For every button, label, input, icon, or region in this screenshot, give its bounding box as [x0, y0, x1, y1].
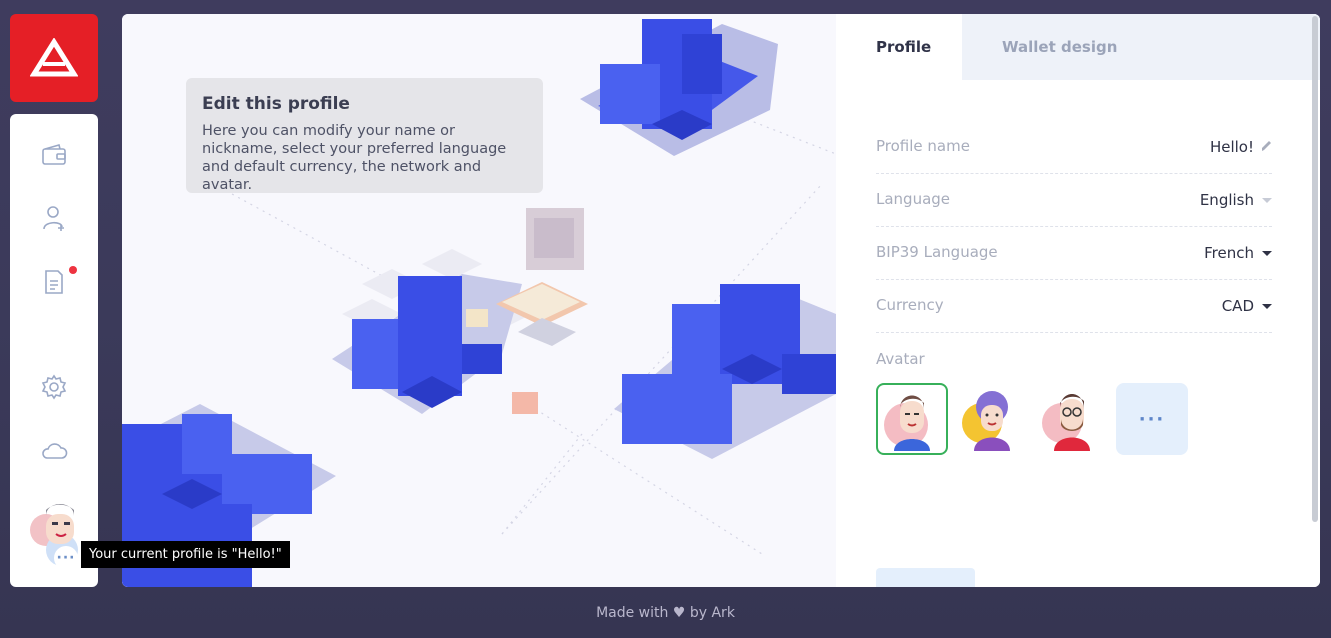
avatar-option-3[interactable]	[1036, 383, 1108, 455]
chevron-down-icon	[1262, 198, 1272, 203]
edit-profile-info-box: Edit this profile Here you can modify yo…	[186, 78, 543, 193]
profile-switch-button[interactable]: ···	[54, 546, 78, 570]
ark-logo[interactable]	[10, 14, 98, 102]
chevron-down-icon	[1262, 304, 1272, 309]
language-row[interactable]: Language English	[876, 174, 1272, 227]
save-button[interactable]	[876, 568, 975, 587]
language-label: Language	[876, 190, 951, 208]
avatar-label: Avatar	[876, 350, 925, 368]
wallet-icon	[42, 144, 66, 165]
settings-icon	[41, 374, 67, 400]
profile-tooltip: Your current profile is "Hello!"	[81, 541, 290, 568]
language-select[interactable]: English	[1200, 191, 1254, 209]
profile-name-value[interactable]: Hello!	[1210, 138, 1254, 156]
announcements-icon	[45, 270, 63, 294]
info-text: Here you can modify your name or nicknam…	[202, 123, 507, 193]
profile-name-row[interactable]: Profile name Hello!	[876, 121, 1272, 174]
profile-settings-panel: Profile Wallet design Profile name Hello…	[836, 14, 1320, 587]
currency-row[interactable]: Currency CAD	[876, 280, 1272, 333]
tab-profile[interactable]: Profile	[836, 14, 962, 80]
sidebar-item-network[interactable]	[40, 437, 68, 465]
sidebar-item-contacts[interactable]	[40, 204, 68, 232]
avatar-option-2[interactable]	[956, 383, 1028, 455]
heart-icon: ♥	[672, 605, 686, 621]
bip39-language-row[interactable]: BIP39 Language French	[876, 227, 1272, 280]
notification-dot	[69, 266, 77, 274]
chevron-down-icon	[1262, 251, 1272, 256]
currency-select[interactable]: CAD	[1222, 297, 1254, 315]
profile-illustration: Edit this profile Here you can modify yo…	[122, 14, 837, 587]
currency-label: Currency	[876, 296, 944, 314]
footer-prefix: Made with	[596, 605, 669, 621]
avatar-option-1[interactable]	[876, 383, 948, 455]
profile-name-label: Profile name	[876, 137, 970, 155]
sidebar-item-settings[interactable]	[40, 373, 68, 401]
bip39-language-select[interactable]: French	[1204, 244, 1254, 262]
bip39-language-label: BIP39 Language	[876, 243, 998, 261]
main-content: Edit this profile Here you can modify yo…	[122, 14, 1320, 587]
sidebar-item-announcements[interactable]	[40, 268, 68, 296]
pencil-icon[interactable]	[1260, 139, 1272, 153]
scrollbar[interactable]	[1312, 16, 1318, 522]
avatar-man-image	[884, 395, 930, 451]
add-contact-icon	[43, 206, 64, 231]
ark-logo-icon	[30, 38, 78, 77]
avatar-woman-image	[962, 391, 1010, 451]
more-avatars-button[interactable]: ···	[1116, 383, 1188, 455]
tab-bar: Profile Wallet design	[836, 14, 1320, 80]
avatar-bearded-man-image	[1042, 394, 1090, 451]
sidebar: ···	[10, 114, 98, 587]
sidebar-item-wallets[interactable]	[40, 141, 68, 169]
tab-wallet-design[interactable]: Wallet design	[962, 14, 1172, 80]
footer: Made with ♥ by Ark	[0, 605, 1331, 621]
info-title: Edit this profile	[202, 94, 350, 114]
avatar-picker: ···	[876, 383, 1276, 455]
footer-suffix: by Ark	[689, 605, 735, 621]
network-cloud-icon	[42, 443, 68, 459]
